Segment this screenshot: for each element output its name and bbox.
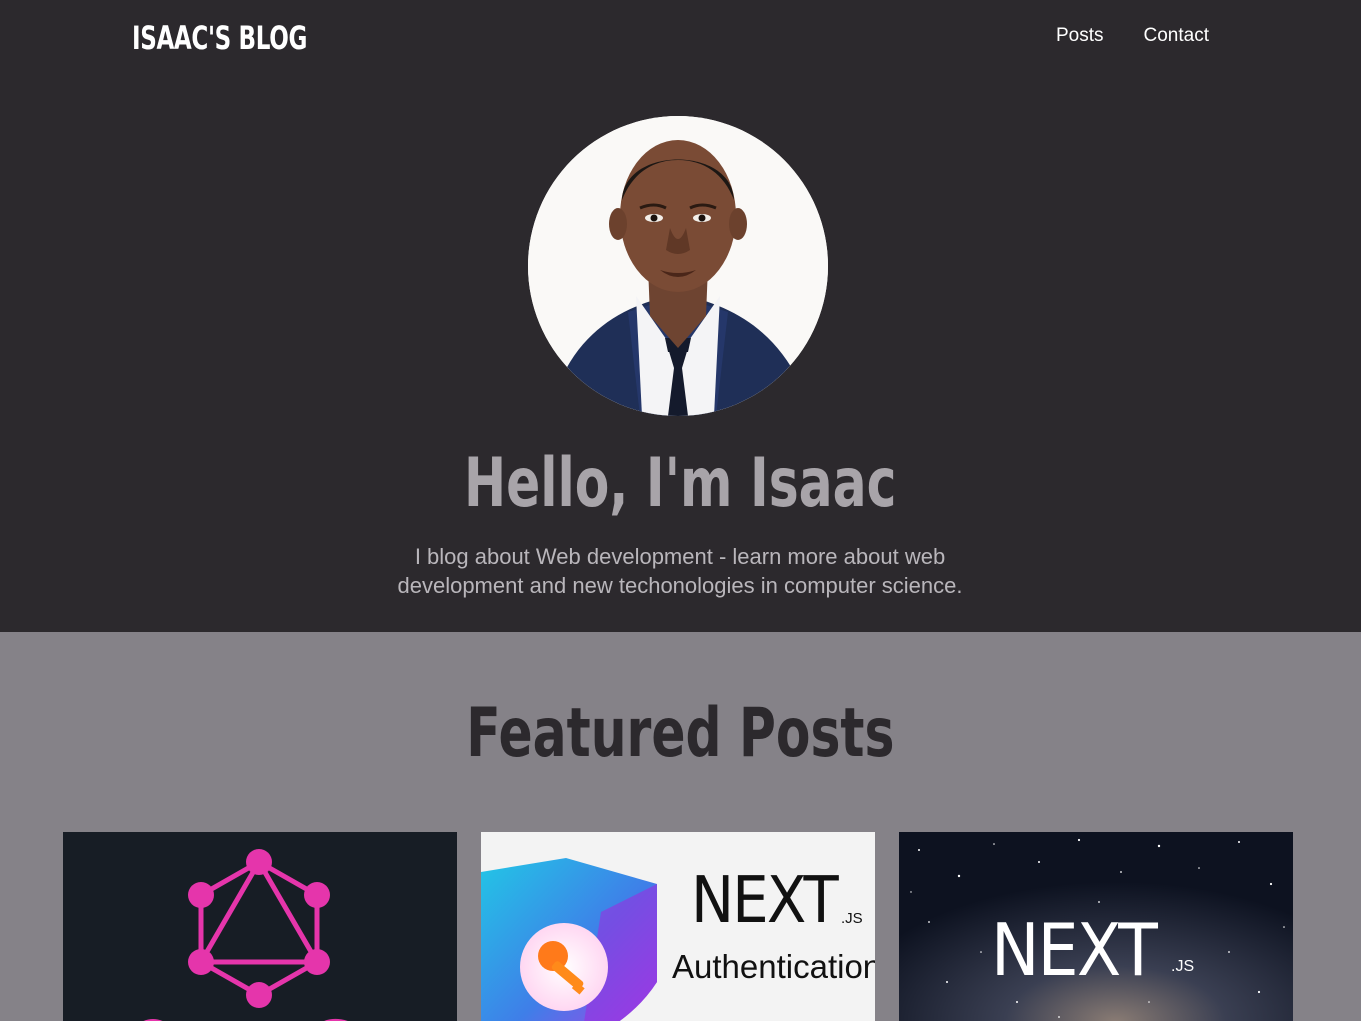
site-logo[interactable]: ISAAC'S BLOG bbox=[132, 14, 307, 62]
nextjs-suffix-text: .JS bbox=[1171, 958, 1195, 975]
featured-posts-section: Featured Posts NEXT .JS Authentication N… bbox=[0, 632, 1361, 1021]
nextjs-logo-text: NEXT bbox=[691, 864, 839, 938]
nav-link-posts[interactable]: Posts bbox=[1056, 24, 1104, 48]
nav-link-contact[interactable]: Contact bbox=[1144, 24, 1209, 48]
hero-title-text: Hello, I'm Isaac bbox=[464, 444, 897, 523]
hero-section: Hello, I'm Isaac I blog about Web develo… bbox=[0, 80, 1361, 632]
main-nav: Posts Contact bbox=[1056, 24, 1209, 48]
profile-photo bbox=[528, 116, 828, 416]
profile-avatar bbox=[528, 116, 828, 416]
hero-subtitle: I blog about Web development - learn mor… bbox=[397, 544, 963, 598]
nextjs-logo-text: NEXT bbox=[991, 908, 1158, 992]
hero-title: Hello, I'm Isaac bbox=[0, 442, 1361, 526]
post-card-nextjs-authentication[interactable]: NEXT .JS Authentication bbox=[481, 832, 875, 1021]
featured-posts-title: Featured Posts bbox=[0, 692, 1361, 776]
nextjs-suffix-text: .JS bbox=[841, 910, 863, 927]
post-card-graphql[interactable] bbox=[63, 832, 457, 1021]
site-header: ISAAC'S BLOG Posts Contact bbox=[0, 0, 1361, 80]
graphql-logo-icon bbox=[63, 832, 457, 1021]
post-card-nextjs[interactable]: NEXT .JS bbox=[899, 832, 1293, 1021]
authentication-caption: Authentication bbox=[672, 948, 875, 985]
featured-posts-title-text: Featured Posts bbox=[466, 694, 895, 773]
